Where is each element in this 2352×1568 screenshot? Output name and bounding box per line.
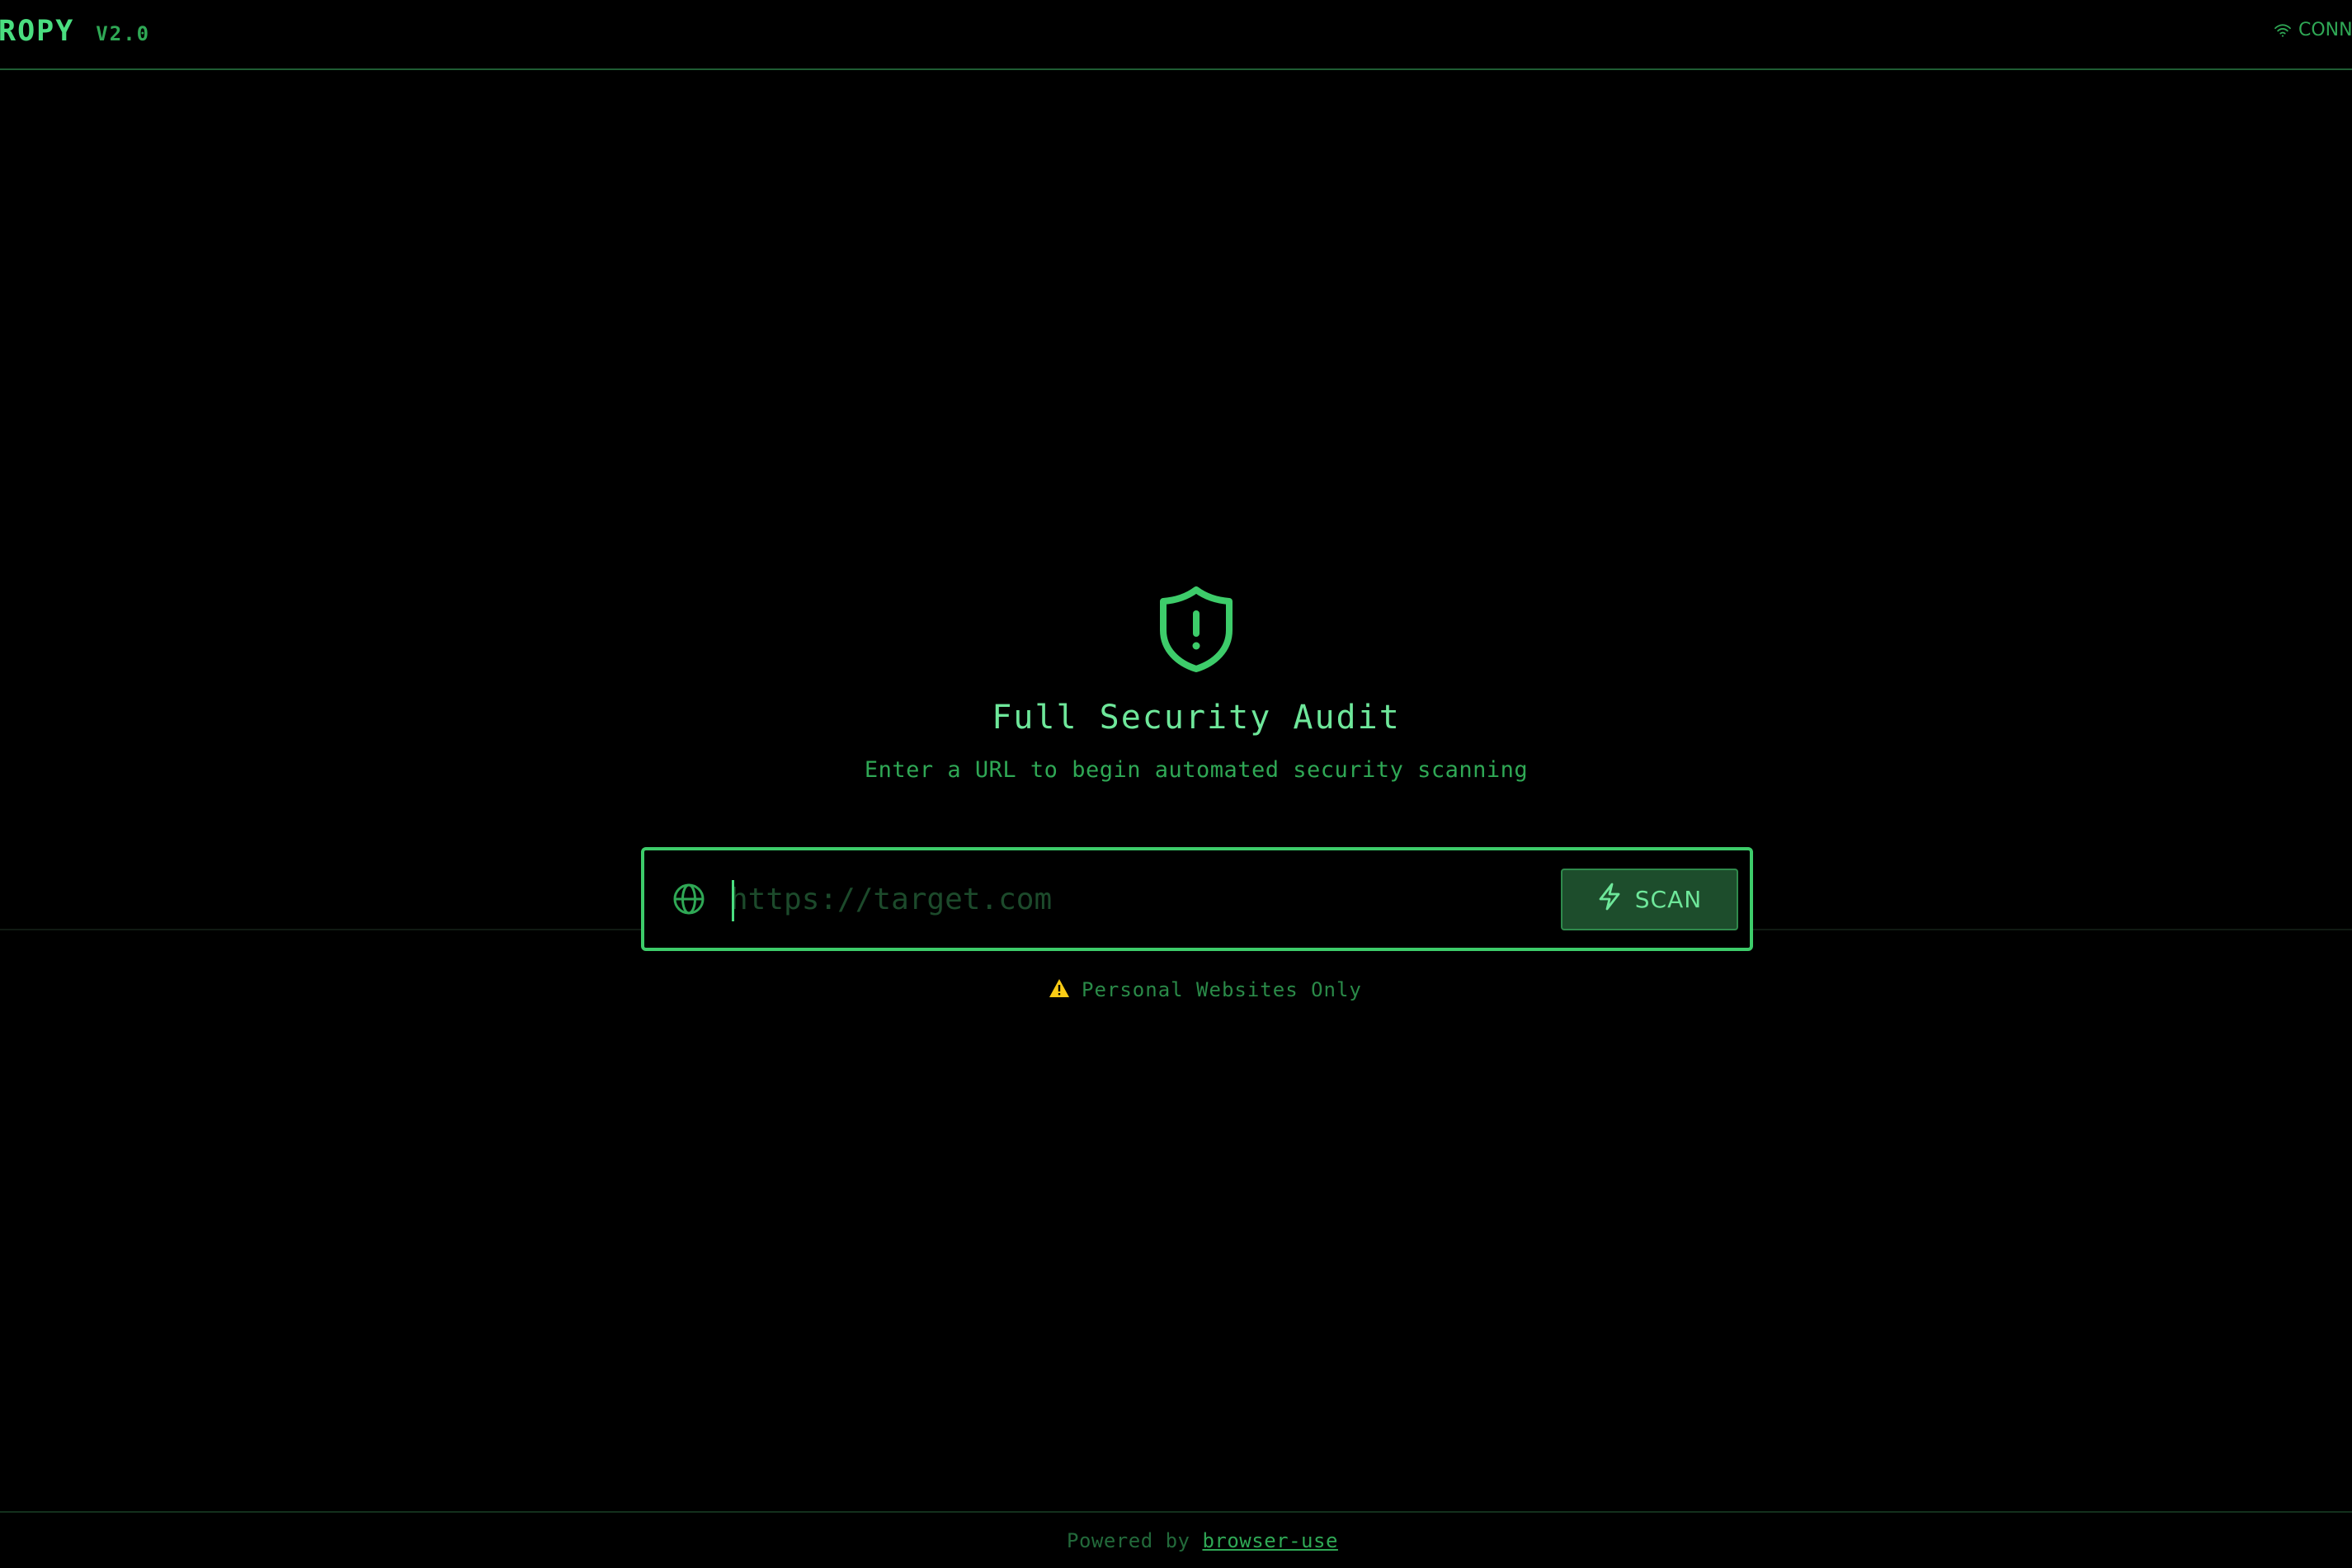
wifi-icon <box>2274 23 2292 38</box>
warning-triangle-icon <box>1049 978 1070 1001</box>
connection-status-label: CONN <box>2298 20 2352 40</box>
app-root: ROPY V2.0 CONN Full Security Audit Enter… <box>0 0 2352 1568</box>
scan-button-label: SCAN <box>1634 886 1703 913</box>
warning-notice: Personal Websites Only <box>1049 978 1362 1001</box>
footer-credit: Powered by browser-use <box>1067 1529 1338 1552</box>
brand-name: ROPY <box>0 15 75 48</box>
globe-icon <box>672 883 705 919</box>
shield-alert-icon <box>1158 586 1234 676</box>
text-caret <box>732 880 734 921</box>
url-search-bar: SCAN <box>641 847 1753 951</box>
scan-button[interactable]: SCAN <box>1561 869 1738 930</box>
page-title: Full Security Audit <box>992 699 1401 737</box>
page-subtitle: Enter a URL to begin automated security … <box>864 757 1529 783</box>
lightning-icon <box>1597 883 1622 916</box>
connection-status: CONN <box>2274 20 2352 40</box>
hero-section: Full Security Audit Enter a URL to begin… <box>0 586 2352 781</box>
footer-prefix: Powered by <box>1067 1529 1190 1552</box>
browser-use-link[interactable]: browser-use <box>1202 1529 1337 1552</box>
footer: Powered by browser-use <box>0 1511 2352 1568</box>
top-header: ROPY V2.0 CONN <box>0 0 2352 70</box>
url-input[interactable] <box>730 873 1357 925</box>
brand-version: V2.0 <box>96 22 151 45</box>
brand[interactable]: ROPY V2.0 <box>0 15 150 48</box>
warning-text: Personal Websites Only <box>1082 978 1362 1001</box>
